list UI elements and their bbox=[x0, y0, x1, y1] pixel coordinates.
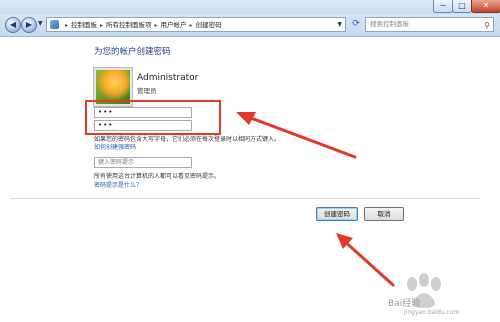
breadcrumb-user-accounts[interactable]: 用户帐户 bbox=[161, 21, 187, 29]
back-icon[interactable]: ◀ bbox=[5, 17, 21, 33]
breadcrumb-all-items[interactable]: 所有控制面板项 bbox=[106, 21, 152, 29]
address-dropdown-icon[interactable]: ▼ bbox=[337, 18, 342, 31]
history-dropdown-icon[interactable]: ▼ bbox=[38, 20, 43, 27]
title-bar: ─ □ ✕ bbox=[0, 0, 500, 14]
close-button[interactable]: ✕ bbox=[471, 0, 500, 13]
user-role: 管理员 bbox=[137, 87, 157, 95]
divider bbox=[10, 198, 480, 199]
breadcrumb-control-panel[interactable]: 控制面板 bbox=[71, 21, 97, 29]
forward-icon[interactable]: ▶ bbox=[21, 17, 37, 33]
user-name: Administrator bbox=[137, 73, 199, 83]
chevron-right-icon: ▸ bbox=[189, 22, 193, 29]
annotation-highlight-box bbox=[85, 100, 221, 135]
strong-password-link[interactable]: 如何创建强密码 bbox=[94, 142, 136, 151]
address-bar[interactable]: ▸ 控制面板 ▸ 所有控制面板项 ▸ 用户帐户 ▸ 创建密码 ▼ bbox=[46, 17, 346, 32]
minimize-button[interactable]: ─ bbox=[433, 0, 453, 13]
navigation-bar: ◀ ▶ ▼ ▸ 控制面板 ▸ 所有控制面板项 ▸ 用户帐户 ▸ 创建密码 ▼ ⟳ 搜索控制面板… bbox=[0, 14, 500, 37]
breadcrumb-create-password[interactable]: 创建密码 bbox=[196, 21, 222, 29]
chevron-right-icon: ▸ bbox=[65, 22, 69, 29]
watermark-text: Bai经验 bbox=[388, 299, 421, 309]
watermark-url: jingyan.baidu.com bbox=[404, 309, 460, 316]
chevron-right-icon: ▸ bbox=[154, 22, 158, 29]
hint-visibility-text: 所有使用这台计算机的人都可以看见密码提示。 bbox=[94, 173, 221, 180]
page-title: 为您的帐户创建密码 bbox=[94, 47, 171, 57]
create-password-button[interactable]: 创建密码 bbox=[316, 207, 358, 221]
search-input[interactable]: 搜索控制面板 ⚲ bbox=[365, 17, 494, 32]
search-icon[interactable]: ⚲ bbox=[484, 19, 490, 32]
maximize-button[interactable]: □ bbox=[452, 0, 472, 13]
cancel-button[interactable]: 取消 bbox=[364, 207, 404, 221]
chevron-right-icon: ▸ bbox=[100, 22, 104, 29]
password-hint-field[interactable]: 键入密码提示 bbox=[94, 157, 192, 168]
refresh-icon[interactable]: ⟳ bbox=[349, 17, 363, 32]
what-is-hint-link[interactable]: 密码提示是什么？ bbox=[94, 180, 142, 189]
control-panel-icon bbox=[50, 20, 59, 29]
search-placeholder: 搜索控制面板 bbox=[370, 20, 409, 28]
